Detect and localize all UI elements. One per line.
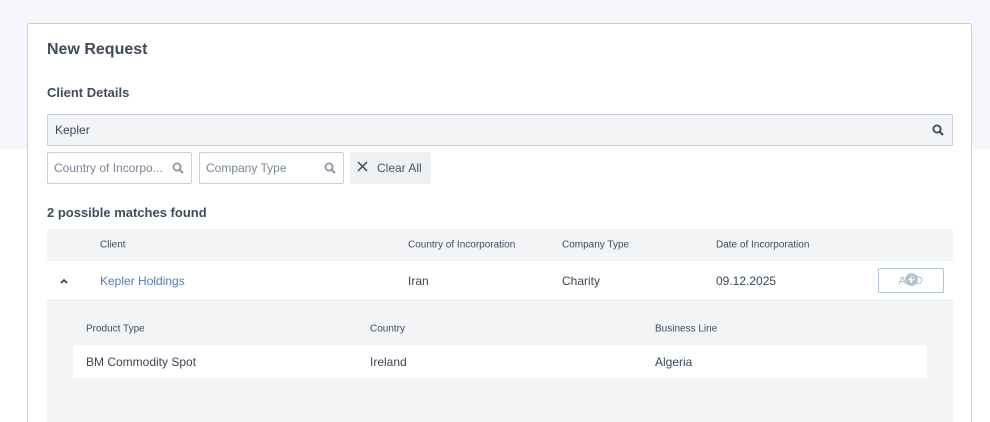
search-icon[interactable]	[323, 161, 337, 175]
client-search-input[interactable]	[55, 123, 931, 137]
client-name-link[interactable]: Kepler Holdings	[100, 274, 185, 288]
close-icon	[357, 161, 368, 175]
add-button-label: ADD	[898, 274, 924, 287]
row-country: Iran	[408, 273, 429, 288]
country-filter-input[interactable]	[54, 161, 171, 175]
column-header-product-country: Country	[370, 323, 406, 335]
company-type-filter-input[interactable]	[206, 161, 323, 175]
column-header-product-type: Product Type	[86, 323, 145, 335]
row-date: 09.12.2025	[716, 273, 777, 288]
results-summary: 2 possible matches found	[47, 205, 207, 220]
search-icon[interactable]	[171, 161, 185, 175]
clear-all-label: Clear All	[377, 161, 422, 175]
product-table-header: Product Type Country Business Line	[47, 319, 953, 339]
row-company-type: Charity	[562, 273, 601, 288]
column-header-client: Client	[100, 239, 126, 251]
add-button[interactable]: ADD	[878, 268, 944, 293]
column-header-company-type: Company Type	[562, 239, 630, 251]
business-line-value: Algeria	[655, 354, 693, 369]
product-country-value: Ireland	[370, 354, 407, 369]
product-detail-panel: Product Type Country Business Line BM Co…	[47, 301, 953, 422]
column-header-date: Date of Incorporation	[716, 239, 810, 251]
product-type-value: BM Commodity Spot	[86, 354, 197, 369]
chevron-up-icon[interactable]	[58, 275, 70, 287]
search-icon[interactable]	[931, 123, 945, 137]
company-type-filter	[199, 152, 344, 184]
column-header-business-line: Business Line	[655, 323, 718, 335]
table-row[interactable]: Kepler Holdings Iran Charity 09.12.2025 …	[47, 261, 953, 301]
results-table-header: Client Country of Incorporation Company …	[47, 229, 953, 261]
column-header-country: Country of Incorporation	[408, 239, 516, 251]
client-details-heading: Client Details	[47, 85, 130, 100]
results-table: Client Country of Incorporation Company …	[47, 229, 953, 422]
client-search-box	[47, 114, 953, 146]
clear-all-button[interactable]: Clear All	[350, 152, 431, 184]
country-filter	[47, 152, 192, 184]
page-title: New Request	[47, 41, 148, 58]
new-request-card: New Request Client Details Clear All 2 p…	[27, 23, 972, 422]
product-row: BM Commodity Spot Ireland Algeria	[73, 345, 927, 378]
